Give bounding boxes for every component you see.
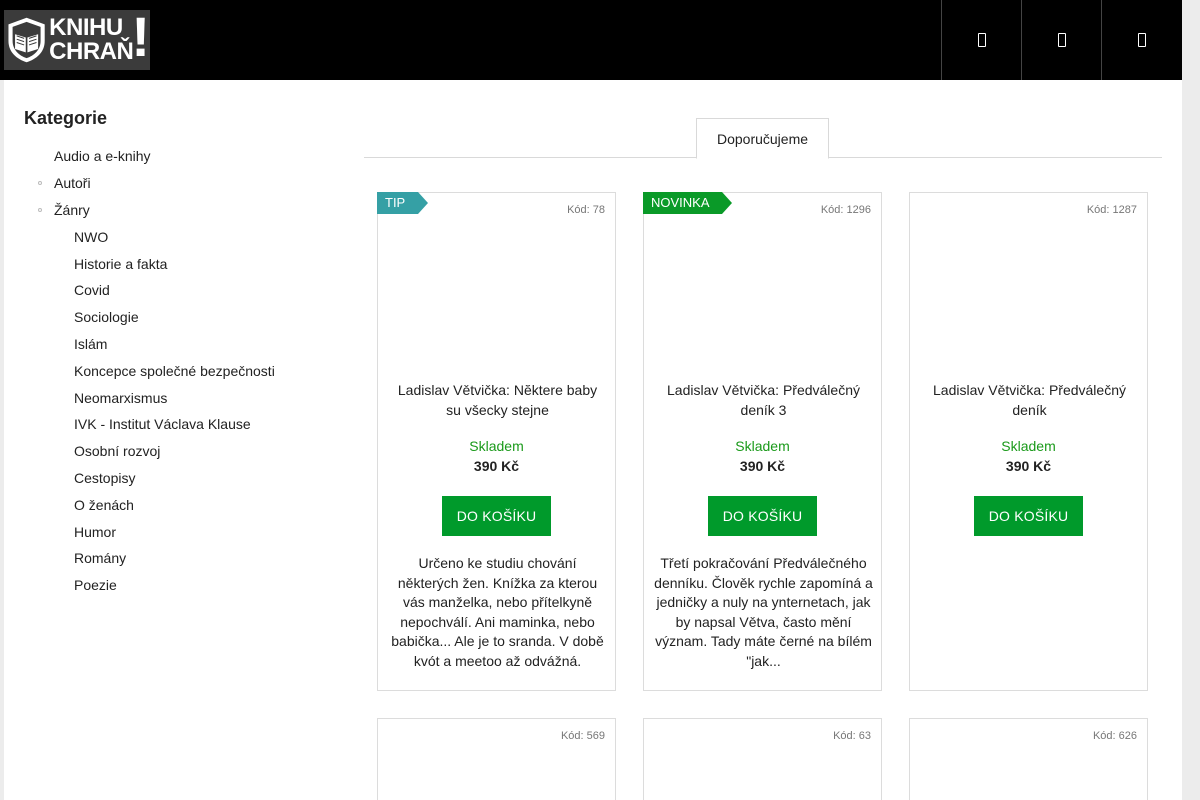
category-item-covid[interactable]: Covid — [24, 277, 344, 304]
product-tabs: Doporučujeme — [364, 118, 1162, 159]
category-label: Neomarxismus — [74, 389, 168, 406]
search-icon — [977, 33, 986, 47]
category-list: Audio a e-knihy Autoři Žánry NWO Histori… — [24, 143, 344, 599]
category-item-cestopisy[interactable]: Cestopisy — [24, 465, 344, 492]
category-item-o-zenach[interactable]: O ženách — [24, 491, 344, 518]
category-label: Humor — [74, 523, 117, 540]
category-label: Sociologie — [74, 309, 139, 326]
category-item-humor[interactable]: Humor — [24, 518, 344, 545]
category-item-poezie[interactable]: Poezie — [24, 572, 344, 599]
category-item-zanry[interactable]: Žánry — [24, 197, 344, 224]
sidebar-title: Kategorie — [24, 108, 108, 128]
product-name[interactable]: Ladislav Větvička: Nĕktere baby su všeck… — [390, 380, 605, 420]
tip-badge: TIP — [377, 192, 428, 214]
category-sidebar: Kategorie Audio a e-knihy Autoři Žánry N… — [24, 108, 344, 599]
main-content: Kategorie Audio a e-knihy Autoři Žánry N… — [4, 80, 1182, 800]
add-to-cart-button[interactable]: DO KOŠÍKU — [708, 496, 817, 536]
category-label: NWO — [74, 228, 109, 245]
product-card[interactable]: Kód: 569 — [377, 718, 616, 800]
product-code: Kód: 78 — [567, 204, 605, 216]
product-card[interactable]: NOVINKA Kód: 1296 Ladislav Větvička: Pře… — [643, 192, 882, 691]
product-card[interactable]: Kód: 63 — [643, 718, 882, 800]
account-button[interactable] — [1021, 0, 1101, 80]
category-item-audio[interactable]: Audio a e-knihy — [24, 143, 344, 170]
product-code: Kód: 1296 — [820, 204, 871, 216]
logo-exclamation: ! — [131, 5, 150, 68]
product-card[interactable]: Kód: 1287 Ladislav Větvička: Předválečný… — [909, 192, 1148, 691]
category-item-osobni-rozvoj[interactable]: Osobní rozvoj — [24, 438, 344, 465]
user-icon — [1057, 33, 1066, 47]
product-price: 390 Kč — [739, 458, 786, 474]
category-label: Cestopisy — [74, 469, 136, 486]
add-to-cart-button[interactable]: DO KOŠÍKU — [442, 496, 551, 536]
category-label: Koncepce společné bezpečnosti — [74, 362, 275, 379]
stock-status: Skladem — [469, 438, 524, 454]
add-to-cart-button[interactable]: DO KOŠÍKU — [974, 496, 1083, 536]
category-item-autori[interactable]: Autoři — [24, 170, 344, 197]
bullet-icon — [38, 207, 42, 212]
category-item-historie[interactable]: Historie a fakta — [24, 250, 344, 277]
cart-icon — [1137, 33, 1146, 47]
category-label: Covid — [74, 282, 110, 299]
category-label: IVK - Institut Václava Klause — [74, 416, 251, 433]
product-price: 390 Kč — [473, 458, 520, 474]
site-header: KNIHU CHRAŇ ! — [0, 0, 1182, 80]
stock-status: Skladem — [1001, 438, 1056, 454]
category-label: Osobní rozvoj — [74, 443, 161, 460]
category-item-ivk[interactable]: IVK - Institut Václava Klause — [24, 411, 344, 438]
product-name[interactable]: Ladislav Větvička: Předválečný deník 3 — [656, 380, 871, 420]
category-item-islam[interactable]: Islám — [24, 331, 344, 358]
category-item-romany[interactable]: Romány — [24, 545, 344, 572]
search-button[interactable] — [941, 0, 1021, 80]
category-label: Autoři — [54, 175, 91, 192]
logo-line-2: CHRAŇ — [49, 38, 134, 65]
product-price: 390 Kč — [1005, 458, 1052, 474]
product-code: Kód: 1287 — [1086, 204, 1137, 216]
new-badge: NOVINKA — [643, 192, 732, 214]
product-description: Určeno ke studiu chování některých žen. … — [391, 555, 604, 669]
logo-line-1: KNIHU — [49, 14, 123, 41]
shield-book-icon — [8, 17, 45, 63]
category-label: Audio a e-knihy — [54, 148, 151, 165]
product-card[interactable]: Kód: 626 — [909, 718, 1148, 800]
tab-doporucujeme[interactable]: Doporučujeme — [696, 118, 829, 159]
product-name[interactable]: Ladislav Větvička: Předválečný deník — [922, 380, 1137, 420]
site-logo[interactable]: KNIHU CHRAŇ ! — [4, 5, 150, 70]
category-label: O ženách — [74, 496, 134, 513]
category-item-sociologie[interactable]: Sociologie — [24, 304, 344, 331]
category-label: Poezie — [74, 577, 117, 594]
category-item-neomarxismus[interactable]: Neomarxismus — [24, 384, 344, 411]
category-label: Islám — [74, 335, 108, 352]
category-label: Romány — [74, 550, 127, 567]
product-code: Kód: 63 — [833, 730, 871, 742]
product-card[interactable]: TIP Kód: 78 Ladislav Větvička: Nĕktere b… — [377, 192, 616, 691]
product-code: Kód: 626 — [1092, 730, 1137, 742]
bullet-icon — [38, 181, 42, 186]
product-code: Kód: 569 — [560, 730, 605, 742]
category-label: Historie a fakta — [74, 255, 168, 272]
product-description: Třetí pokračování Předválečného denníku.… — [654, 555, 873, 669]
logo-wordmark: KNIHU CHRAŇ — [49, 14, 134, 65]
category-item-nwo[interactable]: NWO — [24, 223, 344, 250]
stock-status: Skladem — [735, 438, 790, 454]
cart-button[interactable] — [1101, 0, 1181, 80]
category-item-koncepce[interactable]: Koncepce společné bezpečnosti — [24, 357, 344, 384]
category-label: Žánry — [54, 201, 90, 218]
